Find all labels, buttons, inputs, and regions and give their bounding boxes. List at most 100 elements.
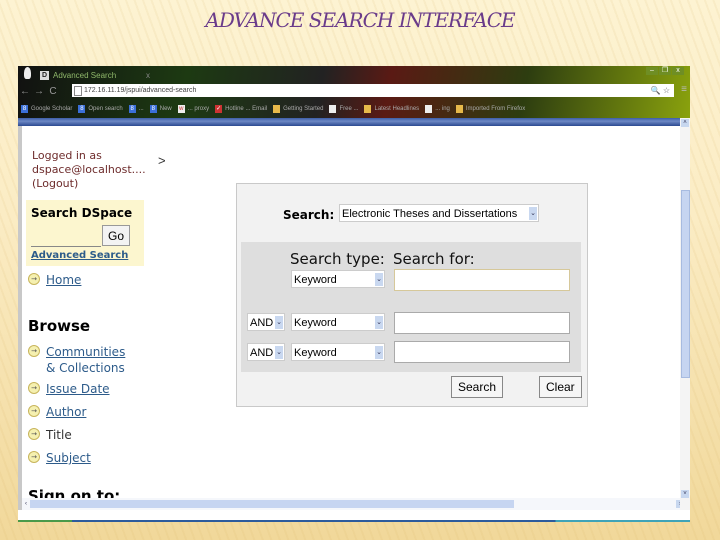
browse-heading: Browse xyxy=(28,317,91,335)
scroll-left-icon[interactable]: ‹ xyxy=(22,500,30,508)
bookmark-item[interactable]: Getting Started xyxy=(273,105,323,113)
address-bar[interactable]: 172.16.11.19/jspui/advanced-search 🔍 ☆ xyxy=(72,84,674,97)
chevron-down-icon: ⌄ xyxy=(275,316,283,329)
tab-close-icon[interactable]: x xyxy=(146,71,150,80)
bookmark-item[interactable]: Imported From Firefox xyxy=(455,105,525,113)
google-icon: 8 xyxy=(128,105,136,113)
page-icon xyxy=(74,86,82,96)
chevron-down-icon: ⌄ xyxy=(275,346,283,359)
bookmark-item[interactable]: 8... xyxy=(128,105,144,113)
tab-title: Advanced Search xyxy=(53,70,117,80)
home-link[interactable]: Home xyxy=(46,272,81,288)
search-type-select-1[interactable]: Keyword ⌄ xyxy=(291,270,385,288)
browser-window: D Advanced Search x – ❐ x ← → C 172.16.1… xyxy=(18,66,690,522)
folder-icon xyxy=(273,105,281,113)
browse-item-communities[interactable]: → Communities & Collections xyxy=(28,344,125,376)
bookmark-label: ... xyxy=(138,106,144,112)
bookmark-label: Google Scholar xyxy=(31,106,73,112)
clear-button[interactable]: Clear xyxy=(539,376,582,398)
collections-label[interactable]: & Collections xyxy=(46,360,125,376)
bookmark-label: Latest Headlines xyxy=(374,106,420,112)
conjunction-select-3[interactable]: AND ⌄ xyxy=(247,343,285,361)
horizontal-scroll-thumb[interactable] xyxy=(30,500,514,508)
page-header-bar xyxy=(18,118,690,126)
folder-icon xyxy=(455,105,463,113)
search-button[interactable]: Search xyxy=(451,376,504,398)
back-button[interactable]: ← xyxy=(18,86,32,97)
search-type-header: Search type: xyxy=(290,250,385,268)
bookmark-item[interactable]: w... proxy xyxy=(177,105,209,113)
go-button[interactable]: Go xyxy=(102,225,130,246)
quick-search-input[interactable] xyxy=(31,226,101,247)
arrow-circle-icon: → xyxy=(28,428,40,440)
conjunction-value: AND xyxy=(250,347,274,359)
bookmark-item[interactable]: ✓ Hotline ... Email xyxy=(215,105,267,113)
vertical-scroll-thumb[interactable] xyxy=(681,190,690,378)
browse-item-author[interactable]: → Author xyxy=(28,404,86,420)
folder-icon xyxy=(364,105,372,113)
search-for-input-3[interactable] xyxy=(394,341,570,363)
bookmark-item[interactable]: Latest Headlines xyxy=(364,105,419,113)
bookmark-item[interactable]: Free ... xyxy=(329,105,358,113)
advanced-search-link[interactable]: Advanced Search xyxy=(31,250,128,261)
bookmark-label: Free ... xyxy=(339,106,359,112)
google-icon: 8 xyxy=(21,105,28,113)
navigation-bar: ← → C 172.16.11.19/jspui/advanced-search… xyxy=(18,82,690,100)
browse-item-title[interactable]: → Title xyxy=(28,427,72,443)
restore-button[interactable]: ❐ xyxy=(659,67,671,75)
bookmark-label: New xyxy=(159,106,172,112)
search-scope-label: Search: xyxy=(283,208,335,222)
bookmark-item[interactable]: 8 New xyxy=(149,105,172,113)
zoom-and-star-icons[interactable]: 🔍 ☆ xyxy=(651,84,670,97)
bookmarks-bar: 8 Google Scholar 8 Open search 8... 8 New w... … xyxy=(18,102,690,116)
user-icon[interactable] xyxy=(24,67,31,79)
bookmark-icon: w xyxy=(177,105,185,113)
horizontal-scrollbar[interactable]: ‹ › xyxy=(22,498,684,510)
search-scope-select[interactable]: Electronic Theses and Dissertations ⌄ xyxy=(339,204,539,222)
scroll-up-icon[interactable]: ˄ xyxy=(681,119,689,127)
logout-link[interactable]: (Logout) xyxy=(32,177,146,191)
bookmark-item[interactable]: ... ing xyxy=(425,105,450,113)
conjunction-select-2[interactable]: AND ⌄ xyxy=(247,313,285,331)
issue-date-link[interactable]: Issue Date xyxy=(46,381,110,397)
google-icon: 8 xyxy=(78,105,86,113)
forward-button[interactable]: → xyxy=(32,86,46,97)
bookmark-item[interactable]: 8 Open search xyxy=(78,105,123,113)
slide-title: ADVANCE SEARCH INTERFACE xyxy=(205,8,515,32)
logged-in-user: dspace@localhost.... xyxy=(32,163,146,176)
bookmark-label: Getting Started xyxy=(283,106,324,112)
sidebar-item-home[interactable]: → Home xyxy=(28,272,81,288)
search-dspace-heading: Search DSpace xyxy=(31,206,133,220)
bookmark-label: Hotline ... Email xyxy=(225,106,268,112)
chevron-down-icon: ⌄ xyxy=(529,207,537,220)
search-for-input-2[interactable] xyxy=(394,312,570,334)
search-scope-value: Electronic Theses and Dissertations xyxy=(342,208,518,220)
search-type-select-3[interactable]: Keyword ⌄ xyxy=(291,343,385,361)
close-window-button[interactable]: x xyxy=(672,67,684,75)
arrow-circle-icon: → xyxy=(28,273,40,285)
reload-button[interactable]: C xyxy=(46,86,60,97)
author-link[interactable]: Author xyxy=(46,404,86,420)
vertical-scrollbar[interactable]: ˄ ˅ xyxy=(680,118,690,510)
browse-item-issue-date[interactable]: → Issue Date xyxy=(28,381,110,397)
browser-tab[interactable]: D Advanced Search x xyxy=(40,68,150,82)
search-type-select-2[interactable]: Keyword ⌄ xyxy=(291,313,385,331)
communities-link[interactable]: Communities xyxy=(46,344,125,360)
search-for-input-1[interactable] xyxy=(394,269,570,291)
bookmark-label: ... ing xyxy=(435,106,450,112)
conjunction-value: AND xyxy=(250,317,274,329)
url-text: 172.16.11.19/jspui/advanced-search xyxy=(84,87,197,94)
minimize-button[interactable]: – xyxy=(646,67,658,75)
browser-chrome: D Advanced Search x – ❐ x ← → C 172.16.1… xyxy=(18,66,690,120)
status-line xyxy=(18,520,690,522)
window-controls: – ❐ x xyxy=(646,67,684,75)
scroll-down-icon[interactable]: ˅ xyxy=(681,490,689,498)
arrow-circle-icon: → xyxy=(28,451,40,463)
subject-link[interactable]: Subject xyxy=(46,450,91,466)
bookmark-item[interactable]: 8 Google Scholar xyxy=(21,105,72,113)
login-info: Logged in as dspace@localhost.... (Logou… xyxy=(32,149,146,191)
arrow-circle-icon: → xyxy=(28,345,40,357)
chevron-down-icon: ⌄ xyxy=(375,273,383,286)
browse-item-subject[interactable]: → Subject xyxy=(28,450,91,466)
menu-icon[interactable]: ≡ xyxy=(681,84,687,95)
